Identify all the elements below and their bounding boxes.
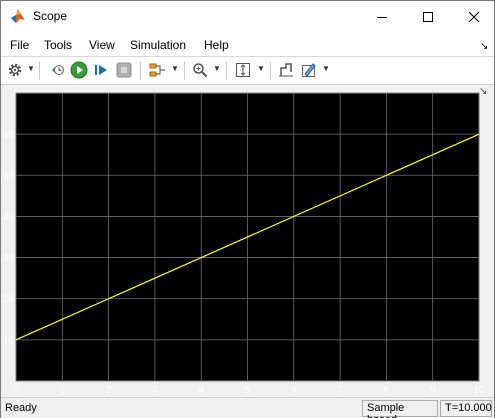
x-tick-label: 7 (337, 385, 343, 396)
scope-window: Scope File Tools View Simulation Help ↘ (0, 0, 495, 418)
settings-dropdown-icon[interactable]: ▼ (27, 64, 35, 73)
menu-simulation[interactable]: Simulation (130, 38, 186, 52)
menu-view[interactable]: View (89, 38, 115, 52)
gear-icon (7, 62, 23, 81)
toolbar: ▼ ▼ ▼ ▼ ▼ (1, 57, 494, 85)
cursor-measurements-button[interactable] (276, 61, 296, 81)
x-tick-label: 0 (13, 385, 19, 396)
y-tick-label: 60 (3, 130, 15, 141)
stop-button[interactable] (114, 61, 134, 81)
zoom-dropdown-icon[interactable]: ▼ (213, 64, 221, 73)
expand-toolbar-icon[interactable]: ↘ (480, 41, 488, 52)
autoscale-button[interactable] (233, 61, 253, 81)
zoom-icon (192, 62, 208, 81)
menu-file[interactable]: File (10, 38, 29, 52)
signal-selector-dropdown-icon[interactable]: ▼ (171, 64, 179, 73)
menu-help[interactable]: Help (204, 38, 229, 52)
run-button[interactable] (69, 61, 89, 81)
x-tick-label: 4 (198, 385, 204, 396)
autoscale-dropdown-icon[interactable]: ▼ (257, 64, 265, 73)
y-tick-label: 20 (3, 294, 15, 305)
autoscale-icon (235, 62, 251, 81)
x-tick-label: 1 (60, 385, 66, 396)
step-back-button[interactable] (47, 61, 67, 81)
x-tick-label: 2 (106, 385, 112, 396)
y-tick-label: 10 (3, 335, 15, 346)
undock-arrow-icon[interactable]: ↘ (479, 86, 487, 97)
close-button[interactable] (451, 1, 495, 32)
status-bar: Ready Sample based T=10.000 (1, 397, 494, 418)
title-bar: Scope (1, 1, 494, 32)
style-button[interactable] (299, 61, 319, 81)
x-tick-label: 6 (291, 385, 297, 396)
toolbar-separator (226, 62, 227, 80)
settings-button[interactable] (5, 61, 25, 81)
x-tick-label: 8 (384, 385, 390, 396)
run-icon (70, 61, 88, 82)
cursor-icon (278, 62, 294, 81)
scope-plot[interactable]: 0 1 2 3 4 5 6 7 8 9 10 10 20 30 40 50 60 (1, 85, 494, 397)
status-sample-mode: Sample based (362, 400, 438, 418)
signal-selector-icon (149, 62, 167, 81)
stop-icon (116, 62, 132, 81)
maximize-button[interactable] (405, 1, 451, 32)
minimize-button[interactable] (359, 1, 405, 32)
window-title: Scope (33, 9, 68, 23)
step-forward-button[interactable] (91, 61, 111, 81)
step-forward-icon (93, 62, 109, 81)
x-tick-label: 5 (245, 385, 251, 396)
x-tick-label: 3 (152, 385, 158, 396)
status-ready-text: Ready (5, 402, 37, 414)
x-tick-label: 9 (430, 385, 436, 396)
status-sim-time: T=10.000 (440, 400, 492, 417)
y-tick-label: 50 (3, 171, 15, 182)
y-tick-label: 30 (3, 253, 15, 264)
zoom-button[interactable] (190, 61, 210, 81)
y-tick-label: 40 (3, 212, 15, 223)
toolbar-separator (140, 62, 141, 80)
menu-bar: File Tools View Simulation Help ↘ (1, 32, 494, 57)
matlab-logo-icon (10, 8, 26, 24)
style-dropdown-icon[interactable]: ▼ (322, 64, 330, 73)
step-back-icon (49, 62, 65, 81)
style-icon (301, 62, 317, 81)
x-tick-label: 10 (473, 385, 485, 396)
toolbar-separator (270, 62, 271, 80)
scope-display-area: 0 1 2 3 4 5 6 7 8 9 10 10 20 30 40 50 60 (1, 85, 494, 397)
toolbar-separator (39, 62, 40, 80)
signal-selector-button[interactable] (147, 61, 169, 81)
menu-tools[interactable]: Tools (44, 38, 72, 52)
toolbar-separator (184, 62, 185, 80)
